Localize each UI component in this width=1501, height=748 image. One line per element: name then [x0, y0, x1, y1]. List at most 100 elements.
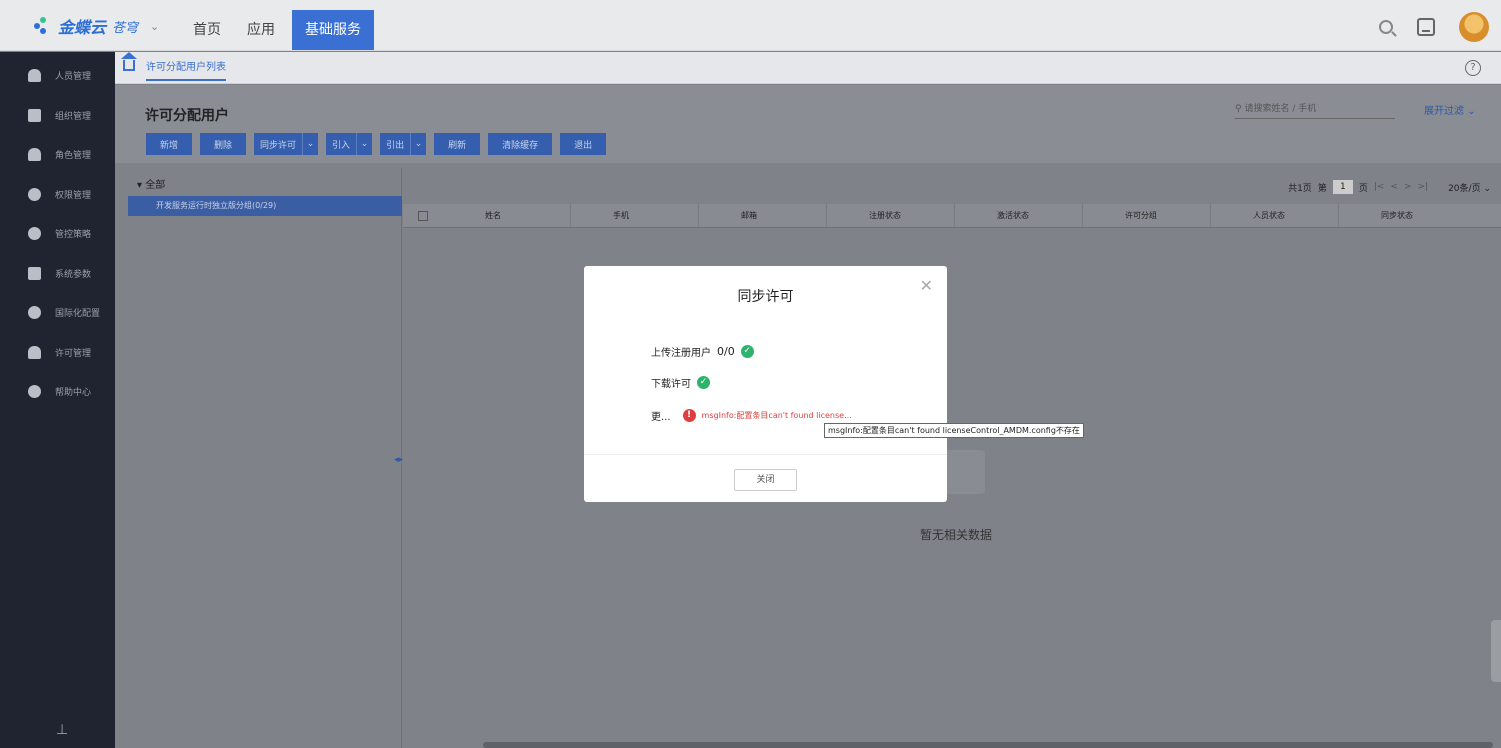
tab-bar: 许可分配用户列表 ?	[115, 52, 1501, 84]
tree-root-label: 全部	[145, 180, 166, 191]
search-input[interactable]: ⚲ 请搜索姓名 / 手机	[1235, 99, 1395, 119]
brand-logo[interactable]: 金蝶云 苍穹 ⌄	[34, 14, 159, 38]
sidebar-item-i18n[interactable]: 国际化配置	[0, 293, 115, 333]
globe-icon	[28, 306, 41, 320]
nav-apps[interactable]: 应用	[234, 10, 288, 50]
sidebar-item-params[interactable]: 系统参数	[0, 254, 115, 294]
sync-license-button[interactable]: 同步许可 ⌄	[254, 133, 319, 155]
prev-page-icon[interactable]: <	[1390, 182, 1398, 192]
check-circle-icon: ✓	[740, 345, 754, 358]
chevron-down-icon[interactable]: ⌄	[410, 133, 426, 155]
gear-icon	[28, 266, 41, 280]
sync-license-label: 同步许可	[260, 140, 297, 151]
expand-filter-link[interactable]: 展开过滤 ⌄	[1424, 102, 1476, 117]
empty-state-icon	[941, 450, 985, 494]
nav-home[interactable]: 首页	[180, 10, 234, 50]
help-icon	[28, 385, 41, 399]
last-page-icon[interactable]: >|	[1418, 182, 1429, 192]
pager: 共1页 第 1 页 |< < > >| 20条/页 ⌄	[1288, 180, 1491, 194]
dialog-title: 同步许可	[737, 289, 794, 305]
import-label: 引入	[332, 140, 351, 151]
page-title: 许可分配用户	[145, 108, 229, 124]
brand-sub: 苍穹	[112, 20, 139, 36]
column-header-email[interactable]: 邮箱	[699, 204, 827, 227]
person-icon	[28, 69, 41, 83]
permission-icon	[28, 187, 41, 201]
sidebar-item-role[interactable]: 角色管理	[0, 135, 115, 175]
dialog-footer-divider	[584, 454, 947, 455]
column-header-name[interactable]: 姓名	[443, 204, 571, 227]
close-button[interactable]: 关闭	[734, 469, 797, 491]
search-icon[interactable]	[1379, 20, 1393, 34]
splitter-handle[interactable]: ◂▸	[394, 455, 403, 465]
column-header-sync-status[interactable]: 同步状态	[1339, 204, 1467, 227]
sidebar-item-policy[interactable]: 管控策略	[0, 214, 115, 254]
delete-button[interactable]: 删除	[200, 133, 247, 155]
horizontal-scrollbar[interactable]	[483, 742, 1493, 748]
role-icon	[28, 148, 41, 162]
close-icon[interactable]: ✕	[920, 276, 933, 295]
column-header-person-status[interactable]: 人员状态	[1211, 204, 1339, 227]
tree-panel: ▾ 全部 开发服务运行时独立版分组(0/29)	[115, 168, 402, 748]
side-drawer-handle[interactable]	[1491, 620, 1501, 682]
tab-license-users[interactable]: 许可分配用户列表	[146, 58, 226, 81]
upload-users-label: 上传注册用户	[651, 348, 711, 359]
nav-basic-services[interactable]: 基础服务	[292, 10, 374, 50]
check-circle-icon: ✓	[697, 376, 710, 389]
sidebar: 人员管理 组织管理 角色管理 权限管理 管控策略 系统参数 国际化配置 许可管理…	[0, 52, 115, 748]
sidebar-item-org[interactable]: 组织管理	[0, 96, 115, 136]
sidebar-item-license[interactable]: 许可管理	[0, 333, 115, 373]
export-button[interactable]: 引出 ⌄	[380, 133, 427, 155]
column-header-activate-status[interactable]: 激活状态	[955, 204, 1083, 227]
chevron-down-icon[interactable]: ⌄	[150, 20, 159, 33]
sidebar-item-label: 管控策略	[55, 230, 92, 241]
expand-filter-label: 展开过滤	[1424, 106, 1464, 117]
chevron-down-icon: ⌄	[1467, 106, 1476, 117]
table-header: 姓名 手机 邮箱 注册状态 激活状态 许可分组 人员状态 同步状态	[403, 204, 1501, 228]
sync-license-dialog: 同步许可 ✕ 上传注册用户 0/0 ✓ 下载许可 ✓ 更... ! msgInf…	[584, 266, 947, 502]
top-bar: 金蝶云 苍穹 ⌄ 首页 应用 基础服务	[0, 0, 1501, 51]
download-license-row: 下载许可 ✓	[651, 375, 710, 390]
update-label: 更...	[651, 412, 671, 423]
page-header: 许可分配用户 新增 删除 同步许可 ⌄ 引入 ⌄ 引出 ⌄ 刷新 清除缓存 退出…	[115, 85, 1501, 163]
chevron-down-icon: ⌄	[1483, 183, 1491, 194]
column-header-register-status[interactable]: 注册状态	[827, 204, 955, 227]
error-message[interactable]: msgInfo:配置条目can't found license...	[702, 410, 852, 421]
logo-icon	[34, 17, 52, 35]
tree-node-selected[interactable]: 开发服务运行时独立版分组(0/29)	[128, 196, 402, 216]
pin-icon[interactable]: ⊥	[56, 722, 68, 738]
page-number-input[interactable]: 1	[1332, 180, 1353, 194]
exit-button[interactable]: 退出	[560, 133, 607, 155]
column-header-license-group[interactable]: 许可分组	[1083, 204, 1211, 227]
home-icon[interactable]	[121, 52, 137, 71]
refresh-button[interactable]: 刷新	[434, 133, 481, 155]
error-circle-icon: !	[682, 409, 696, 422]
sidebar-item-label: 帮助中心	[55, 388, 92, 399]
org-icon	[28, 108, 41, 122]
clear-cache-button[interactable]: 清除缓存	[488, 133, 553, 155]
avatar[interactable]	[1459, 12, 1489, 42]
sidebar-item-label: 许可管理	[55, 348, 92, 359]
select-all-checkbox[interactable]	[403, 204, 443, 227]
tree-root[interactable]: ▾ 全部	[137, 176, 165, 191]
search-placeholder: 请搜索姓名 / 手机	[1244, 104, 1317, 114]
help-icon[interactable]: ?	[1465, 60, 1481, 76]
chevron-down-icon[interactable]: ⌄	[302, 133, 318, 155]
sidebar-item-label: 系统参数	[55, 269, 92, 280]
add-button[interactable]: 新增	[146, 133, 193, 155]
column-header-phone[interactable]: 手机	[571, 204, 699, 227]
next-page-icon[interactable]: >	[1404, 182, 1412, 192]
toolbar: 新增 删除 同步许可 ⌄ 引入 ⌄ 引出 ⌄ 刷新 清除缓存 退出	[146, 133, 607, 155]
message-icon[interactable]	[1417, 18, 1435, 36]
chevron-down-icon[interactable]: ⌄	[356, 133, 372, 155]
policy-icon	[28, 227, 41, 241]
first-page-icon[interactable]: |<	[1374, 182, 1385, 192]
sidebar-item-permission[interactable]: 权限管理	[0, 175, 115, 215]
pager-suffix: 页	[1358, 183, 1368, 194]
sidebar-item-help[interactable]: 帮助中心	[0, 372, 115, 412]
caret-down-icon[interactable]: ▾	[137, 180, 145, 191]
page-size-select[interactable]: 20条/页 ⌄	[1448, 181, 1491, 194]
sidebar-item-personnel[interactable]: 人员管理	[0, 56, 115, 96]
import-button[interactable]: 引入 ⌄	[326, 133, 373, 155]
sidebar-item-label: 人员管理	[55, 72, 92, 83]
